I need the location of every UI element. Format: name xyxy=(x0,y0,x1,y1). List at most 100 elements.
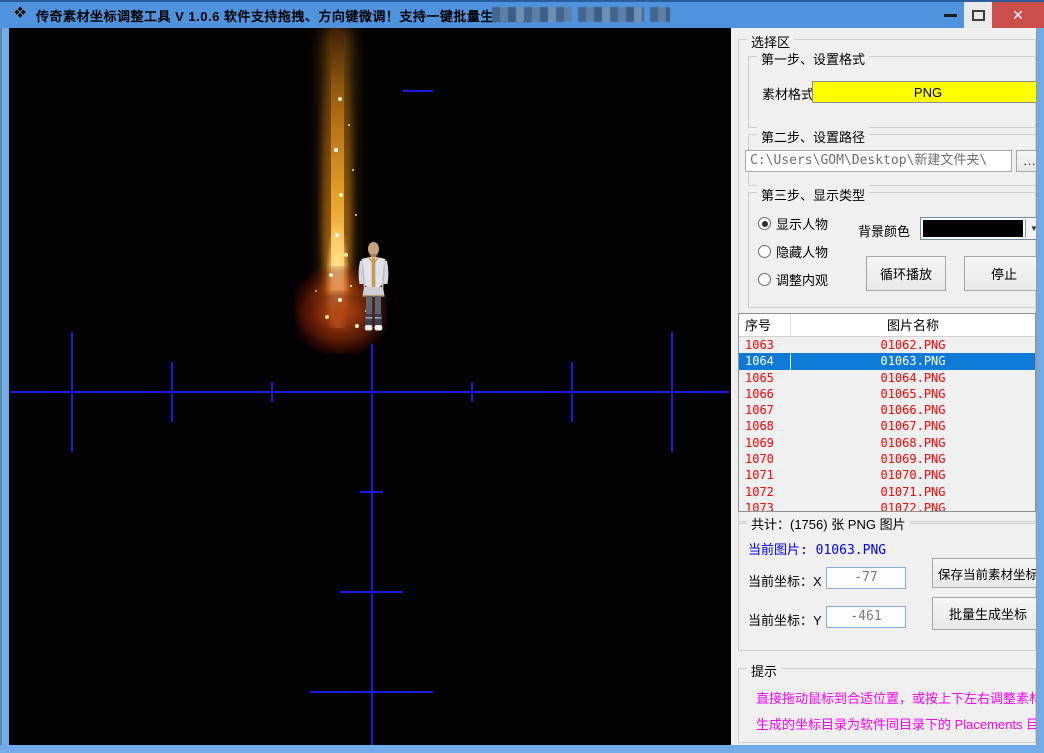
app-window: 选择区 第一步、设置格式 素材格式 PNG 第二步、设置路径 C:\Users\… xyxy=(0,0,1044,753)
censored-text-block xyxy=(578,7,644,22)
path-field[interactable]: C:\Users\GOM\Desktop\新建文件夹\ xyxy=(745,150,1012,172)
table-row[interactable]: 107101070.PNG xyxy=(739,467,1035,483)
axis-segment xyxy=(671,332,673,452)
window-border-left xyxy=(0,28,9,753)
format-value: PNG xyxy=(914,85,942,100)
cell-index: 1063 xyxy=(739,337,791,353)
format-combobox[interactable]: PNG xyxy=(812,81,1044,103)
window-title: 传奇素材坐标调整工具 V 1.0.6 软件支持拖拽、方向键微调！支持一键批量生成… xyxy=(36,6,548,25)
minimize-button[interactable] xyxy=(938,0,962,28)
axis-segment xyxy=(10,391,729,393)
table-row[interactable]: 106701066.PNG xyxy=(739,402,1035,418)
title-bar[interactable]: ❖ 传奇素材坐标调整工具 V 1.0.6 软件支持拖拽、方向键微调！支持一键批量… xyxy=(0,0,1044,28)
cell-name: 01066.PNG xyxy=(791,402,1035,418)
radio-display-type-1[interactable]: 隐藏人物 xyxy=(758,242,828,261)
cell-name: 01064.PNG xyxy=(791,370,1035,386)
maximize-button[interactable] xyxy=(964,2,992,28)
group-step1-label: 第一步、设置格式 xyxy=(757,49,869,68)
cell-index: 1070 xyxy=(739,451,791,467)
character-sprite[interactable] xyxy=(353,241,393,333)
loop-play-button[interactable]: 循环播放 xyxy=(866,256,946,291)
group-step2-label: 第二步、设置路径 xyxy=(757,127,869,146)
cell-name: 01072.PNG xyxy=(791,500,1035,512)
coord-x-input[interactable]: -77 xyxy=(826,567,906,589)
radio-label: 调整内观 xyxy=(776,270,828,289)
image-list-table[interactable]: 序号 图片名称 106301062.PNG106401063.PNG106501… xyxy=(738,313,1036,512)
table-header: 序号 图片名称 xyxy=(739,314,1035,337)
table-row[interactable]: 106801067.PNG xyxy=(739,418,1035,434)
axis-segment xyxy=(371,344,373,745)
group-summary-label: 共计：(1756) 张 PNG 图片 xyxy=(747,514,910,533)
coord-y-input[interactable]: -461 xyxy=(826,606,906,628)
axis-segment xyxy=(471,382,473,402)
group-step3-label: 第三步、显示类型 xyxy=(757,185,869,204)
hint-line-1: 直接拖动鼠标到合适位置，或按上下左右调整素材位置 xyxy=(756,688,1044,707)
group-hint-label: 提示 xyxy=(747,661,781,680)
close-icon: ✕ xyxy=(1012,7,1024,24)
axis-segment xyxy=(171,362,173,422)
radio-label: 隐藏人物 xyxy=(776,242,828,261)
header-name: 图片名称 xyxy=(791,314,1035,336)
close-button[interactable]: ✕ xyxy=(992,2,1044,28)
hint-line-2: 生成的坐标目录为软件同目录下的 Placements 目录里 xyxy=(756,714,1044,733)
cell-name: 01068.PNG xyxy=(791,435,1035,451)
cell-name: 01065.PNG xyxy=(791,386,1035,402)
window-border-right xyxy=(1036,28,1044,753)
cell-name: 01071.PNG xyxy=(791,484,1035,500)
cell-index: 1071 xyxy=(739,467,791,483)
preview-canvas[interactable] xyxy=(9,28,731,745)
cell-name: 01062.PNG xyxy=(791,337,1035,353)
cell-name: 01063.PNG xyxy=(791,353,1035,369)
axis-segment xyxy=(340,591,403,593)
table-row[interactable]: 106301062.PNG xyxy=(739,337,1035,353)
axis-segment xyxy=(310,691,433,693)
header-index: 序号 xyxy=(739,314,791,336)
save-coords-button[interactable]: 保存当前素材坐标 xyxy=(932,558,1044,588)
cell-index: 1066 xyxy=(739,386,791,402)
cell-index: 1068 xyxy=(739,418,791,434)
cell-index: 1067 xyxy=(739,402,791,418)
window-border-bottom xyxy=(0,745,1044,753)
table-row[interactable]: 106601065.PNG xyxy=(739,386,1035,402)
table-row[interactable]: 106401063.PNG xyxy=(739,353,1035,369)
cell-name: 01067.PNG xyxy=(791,418,1035,434)
cell-index: 1073 xyxy=(739,500,791,512)
current-image-label: 当前图片: 01063.PNG xyxy=(748,539,886,558)
stop-button[interactable]: 停止 xyxy=(964,256,1044,291)
cell-index: 1072 xyxy=(739,484,791,500)
axis-segment xyxy=(571,362,573,422)
radio-icon xyxy=(758,273,771,286)
batch-generate-button[interactable]: 批量生成坐标 xyxy=(932,597,1044,630)
table-row[interactable]: 107001069.PNG xyxy=(739,451,1035,467)
maximize-icon xyxy=(972,10,985,21)
bg-color-combobox[interactable]: ▼ xyxy=(920,217,1044,240)
censored-text-block xyxy=(492,7,572,22)
cell-index: 1064 xyxy=(739,353,791,369)
table-row[interactable]: 107301072.PNG xyxy=(739,500,1035,512)
radio-display-type-0[interactable]: 显示人物 xyxy=(758,214,828,233)
radio-display-type-2[interactable]: 调整内观 xyxy=(758,270,828,289)
control-panel: 选择区 第一步、设置格式 素材格式 PNG 第二步、设置路径 C:\Users\… xyxy=(731,28,1044,745)
censored-text-block xyxy=(650,7,670,22)
radio-icon xyxy=(758,217,771,230)
axis-segment xyxy=(271,382,273,402)
radio-label: 显示人物 xyxy=(776,214,828,233)
minimize-icon xyxy=(944,14,957,17)
cell-name: 01070.PNG xyxy=(791,467,1035,483)
cell-index: 1069 xyxy=(739,435,791,451)
sparkle-particles xyxy=(9,28,11,30)
cell-index: 1065 xyxy=(739,370,791,386)
axis-segment xyxy=(360,491,383,493)
cell-name: 01069.PNG xyxy=(791,451,1035,467)
app-icon: ❖ xyxy=(13,5,27,23)
table-row[interactable]: 107201071.PNG xyxy=(739,484,1035,500)
format-label: 素材格式 xyxy=(762,84,814,103)
coord-y-label: 当前坐标：Y xyxy=(748,610,822,629)
table-row[interactable]: 106501064.PNG xyxy=(739,370,1035,386)
table-row[interactable]: 106901068.PNG xyxy=(739,435,1035,451)
axis-segment xyxy=(71,332,73,452)
table-body: 106301062.PNG106401063.PNG106501064.PNG1… xyxy=(739,337,1035,512)
bg-color-swatch xyxy=(923,220,1023,237)
axis-segment xyxy=(403,90,433,92)
coord-x-label: 当前坐标：X xyxy=(748,571,822,590)
